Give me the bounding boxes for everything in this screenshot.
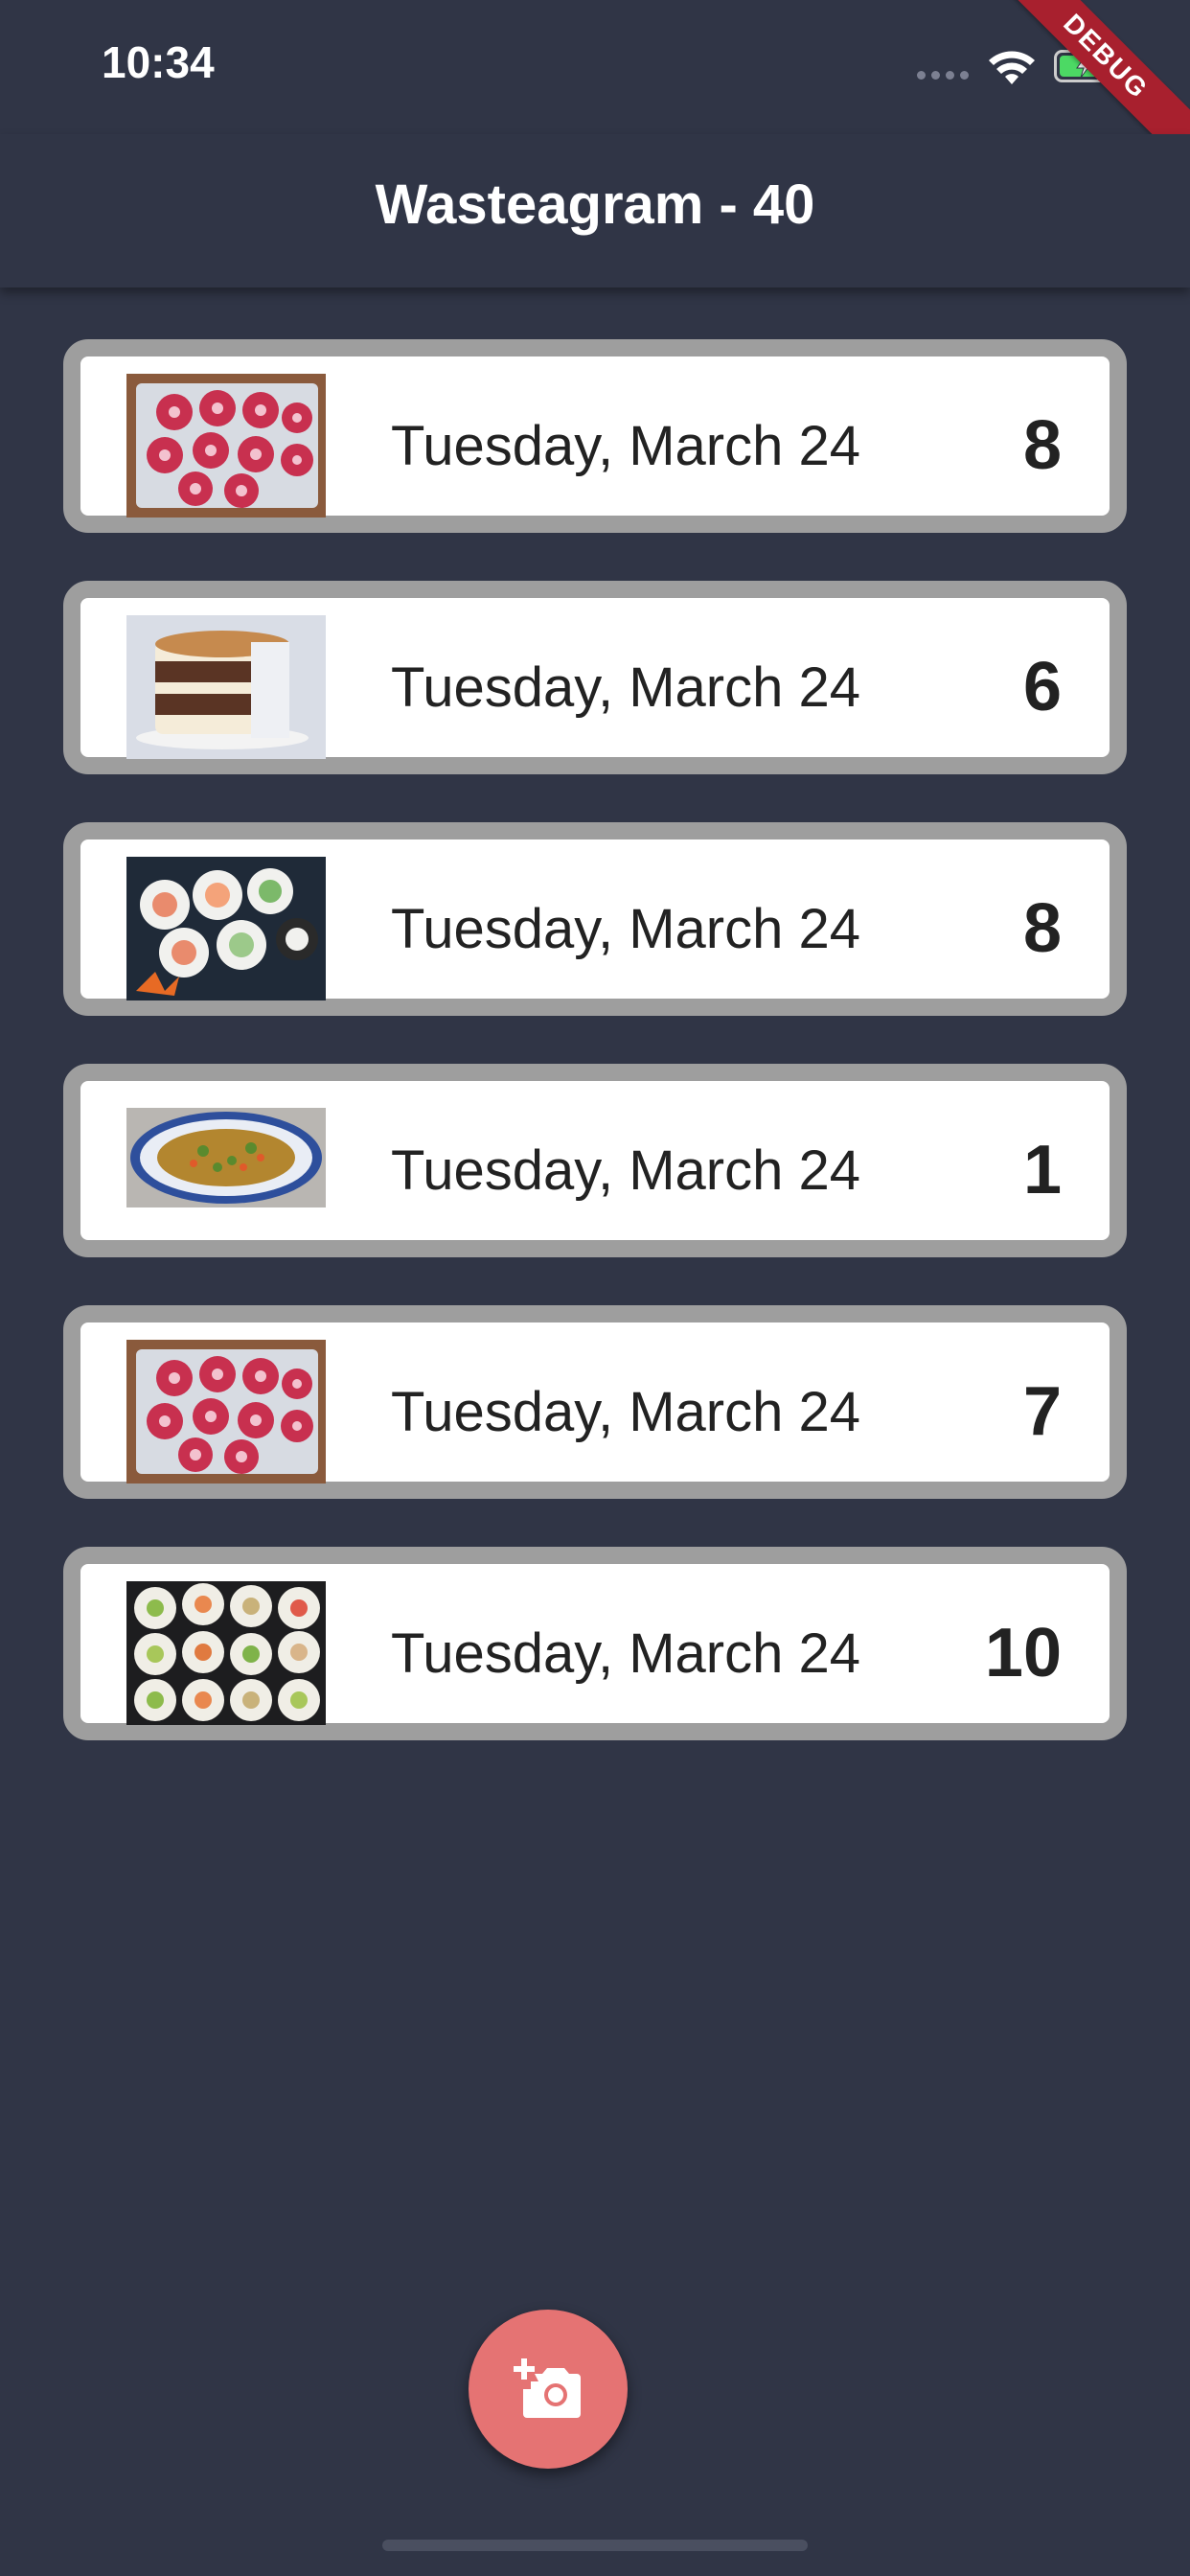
status-bar: 10:34 [0,0,1190,134]
list-item[interactable]: Tuesday, March 24 8 [63,822,1127,1016]
add-a-photo-icon [514,2358,581,2418]
entry-count: 10 [984,1615,1062,1691]
donuts-photo [126,374,326,518]
cellular-signal-icon [917,71,969,80]
list-item[interactable]: Tuesday, March 24 7 [63,1305,1127,1499]
entry-date: Tuesday, March 24 [391,1381,860,1443]
list-item[interactable]: Tuesday, March 24 1 [63,1064,1127,1257]
sushi-platter-photo [126,1581,326,1725]
entry-date: Tuesday, March 24 [391,656,860,719]
sushi-rolls-photo [126,857,326,1000]
list-item[interactable]: Tuesday, March 24 6 [63,581,1127,774]
status-time: 10:34 [102,37,215,87]
add-photo-button[interactable] [469,2310,628,2469]
entry-date: Tuesday, March 24 [391,415,860,477]
wifi-icon [989,51,1035,84]
entry-count: 7 [1022,1373,1062,1450]
list-item[interactable]: Tuesday, March 24 10 [63,1547,1127,1740]
entry-count: 6 [1022,649,1062,725]
entry-date: Tuesday, March 24 [391,1622,860,1685]
entry-count: 8 [1022,407,1062,484]
page-title: Wasteagram - 40 [375,173,815,236]
entry-count: 8 [1022,890,1062,967]
list-item[interactable]: Tuesday, March 24 8 [63,339,1127,533]
entry-date: Tuesday, March 24 [391,1139,860,1202]
entry-count: 1 [1022,1132,1062,1208]
donuts-photo [126,1340,326,1484]
cake-photo [126,615,326,759]
salad-platter-photo [126,1108,326,1208]
entry-date: Tuesday, March 24 [391,898,860,960]
home-indicator[interactable] [382,2540,808,2551]
